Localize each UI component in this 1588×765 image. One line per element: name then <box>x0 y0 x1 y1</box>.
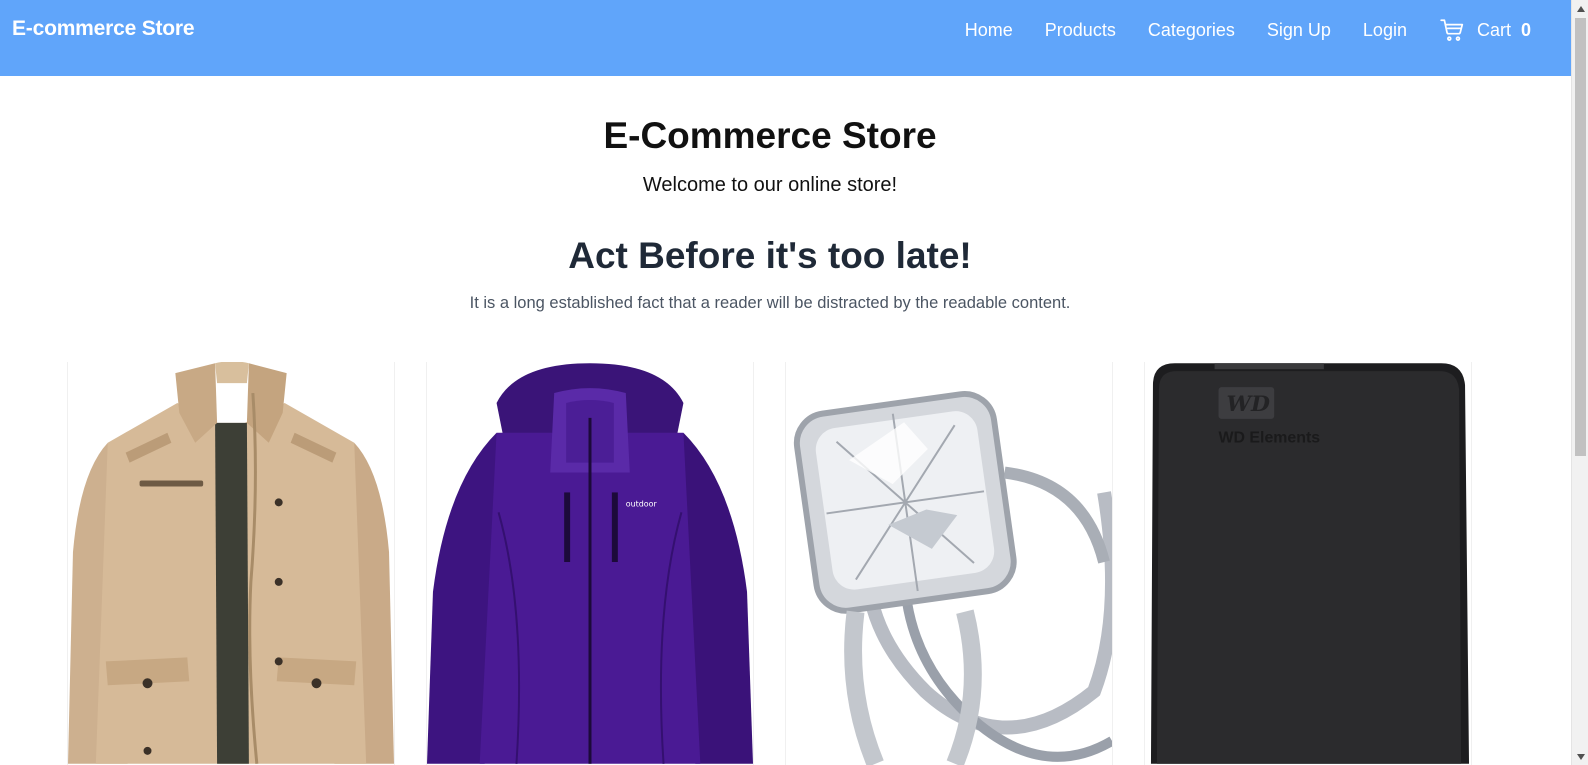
wd-elements-text: WD Elements <box>1219 430 1321 447</box>
promo-title: Act Before it's too late! <box>568 235 972 276</box>
page-scrollbar[interactable] <box>1571 0 1588 765</box>
cart-label: Cart <box>1476 19 1511 40</box>
promo-text: It is a long established fact that a rea… <box>469 294 1071 312</box>
product-card[interactable] <box>785 362 1113 765</box>
product-card[interactable]: outdoor <box>426 362 754 765</box>
wd-logo-text: WD <box>1227 391 1271 417</box>
nav-link-categories[interactable]: Categories <box>1148 18 1235 42</box>
hard-drive-image: WD WD Elements <box>1145 363 1471 764</box>
outdoor-logo-text: outdoor <box>626 499 658 508</box>
page-title: E-Commerce Store <box>603 115 937 156</box>
product-card[interactable] <box>67 362 395 765</box>
purple-jacket-image: outdoor <box>427 363 753 764</box>
scrollbar-thumb[interactable] <box>1575 18 1586 456</box>
navbar: E-commerce Store Home Products Categorie… <box>0 0 1571 76</box>
scroll-up-arrow-icon[interactable] <box>1572 0 1588 17</box>
brand-logo[interactable]: E-commerce Store <box>12 17 195 41</box>
product-grid: outdoor WD WD Elements <box>67 362 1473 765</box>
nav-link-sign-up[interactable]: Sign Up <box>1267 18 1331 42</box>
product-card[interactable]: WD WD Elements <box>1144 362 1472 765</box>
hero-subtitle: Welcome to our online store! <box>642 174 898 196</box>
cart-count-badge: 0 <box>1520 19 1531 40</box>
nav-link-home[interactable]: Home <box>965 18 1013 42</box>
cart-button[interactable]: Cart 0 <box>1439 17 1531 43</box>
hero-section: E-Commerce Store Welcome to our online s… <box>0 76 1540 314</box>
nav-link-products[interactable]: Products <box>1045 18 1116 42</box>
nav-link-login[interactable]: Login <box>1363 18 1407 42</box>
beige-jacket-image <box>68 362 394 764</box>
scroll-down-arrow-icon[interactable] <box>1572 748 1588 765</box>
diamond-ring-image <box>786 363 1112 765</box>
nav-links: Home Products Categories Sign Up Login C… <box>933 17 1531 43</box>
shopping-cart-icon <box>1440 19 1464 41</box>
